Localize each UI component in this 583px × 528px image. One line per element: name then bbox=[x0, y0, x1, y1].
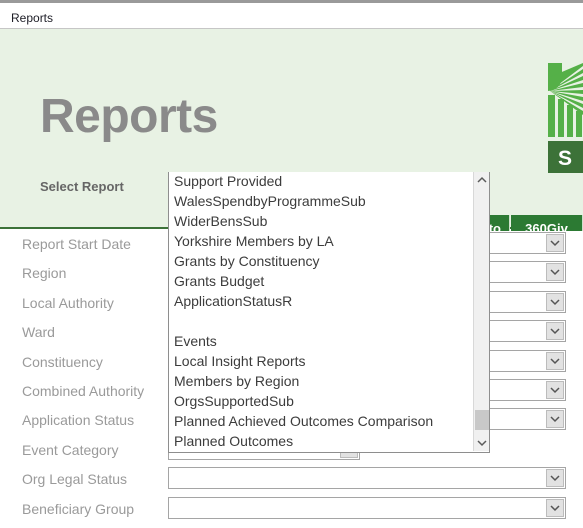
filter-row: Org Legal Status bbox=[0, 466, 583, 495]
chevron-down-icon[interactable] bbox=[546, 351, 564, 370]
filter-label: Beneficiary Group bbox=[22, 500, 135, 517]
filter-label: Org Legal Status bbox=[22, 471, 128, 488]
chevron-down-icon[interactable] bbox=[546, 498, 564, 517]
select-report-label: Select Report bbox=[40, 179, 124, 194]
chevron-up-icon[interactable] bbox=[474, 172, 490, 189]
page-title: Reports bbox=[40, 90, 218, 143]
scrollbar-thumb[interactable] bbox=[475, 410, 489, 430]
filter-select[interactable] bbox=[168, 467, 566, 490]
dropdown-option[interactable]: Events bbox=[169, 332, 474, 352]
filter-select[interactable] bbox=[168, 496, 566, 519]
filter-label: Report Start Date bbox=[22, 236, 131, 252]
filter-label: Local Authority bbox=[22, 294, 114, 311]
dropdown-option[interactable]: WalesSpendbyProgrammeSub bbox=[169, 192, 474, 212]
dropdown-option[interactable]: ApplicationStatusR bbox=[169, 292, 474, 312]
dropdown-option[interactable]: Planned Outcomes bbox=[169, 432, 474, 451]
chevron-down-icon[interactable] bbox=[546, 381, 564, 399]
chevron-down-icon[interactable] bbox=[546, 263, 564, 282]
sunburst-logo: S bbox=[542, 61, 583, 173]
dropdown-option[interactable]: Grants Budget bbox=[169, 272, 474, 292]
filter-row: Beneficiary Group bbox=[0, 496, 583, 525]
filter-label: Application Status bbox=[22, 412, 135, 429]
filter-select[interactable] bbox=[480, 349, 566, 372]
filter-select[interactable] bbox=[480, 320, 566, 343]
dropdown-option[interactable]: Yorkshire Members by LA bbox=[169, 232, 474, 252]
filter-label: Event Category bbox=[22, 441, 119, 458]
dropdown-option[interactable]: Support Provided bbox=[169, 172, 474, 192]
dropdown-option-spacer bbox=[169, 312, 474, 332]
logo-letter: S bbox=[558, 147, 572, 170]
filter-label: Constituency bbox=[22, 353, 103, 370]
dropdown-option-viewport: Support Provided WalesSpendbyProgrammeSub… bbox=[169, 172, 474, 451]
filter-select[interactable] bbox=[480, 408, 566, 431]
dropdown-option[interactable]: WiderBensSub bbox=[169, 212, 474, 232]
filter-label: Region bbox=[22, 265, 67, 282]
filter-select[interactable] bbox=[480, 290, 566, 313]
filter-label: Combined Authority bbox=[22, 383, 145, 399]
dropdown-option[interactable]: OrgsSupportedSub bbox=[169, 392, 474, 412]
chevron-down-icon[interactable] bbox=[546, 322, 564, 341]
chevron-down-icon[interactable] bbox=[474, 434, 490, 451]
chevron-down-icon[interactable] bbox=[546, 469, 564, 488]
chevron-down-icon[interactable] bbox=[546, 410, 564, 429]
dropdown-option[interactable]: Members by Region bbox=[169, 372, 474, 392]
filter-select[interactable] bbox=[480, 379, 566, 401]
chevron-down-icon[interactable] bbox=[546, 234, 564, 252]
dropdown-option[interactable]: Grants by Constituency bbox=[169, 252, 474, 272]
browser-tab-strip: Reports bbox=[0, 0, 583, 32]
dropdown-scrollbar[interactable] bbox=[473, 172, 489, 451]
select-report-dropdown-list[interactable]: Support Provided WalesSpendbyProgrammeSub… bbox=[168, 172, 490, 453]
dropdown-option[interactable]: Planned Achieved Outcomes Comparison bbox=[169, 412, 474, 432]
filter-label: Ward bbox=[22, 324, 55, 341]
chevron-down-icon[interactable] bbox=[546, 292, 564, 311]
dropdown-option[interactable]: Local Insight Reports bbox=[169, 352, 474, 372]
